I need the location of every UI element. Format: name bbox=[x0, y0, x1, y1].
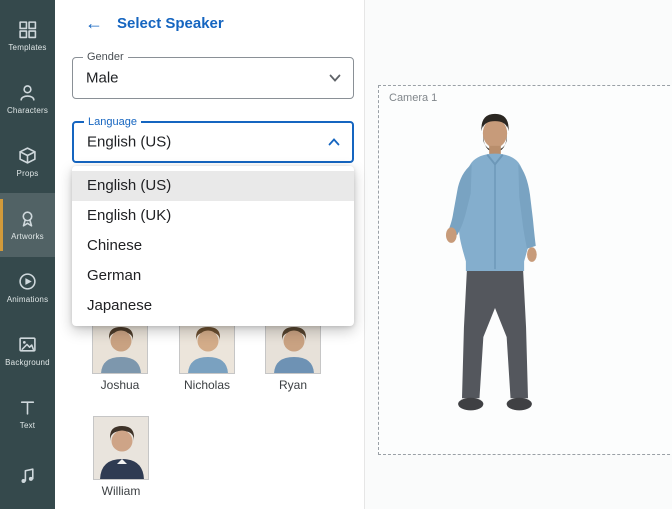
chevron-down-icon bbox=[329, 74, 341, 82]
menu-item-chinese[interactable]: Chinese bbox=[72, 231, 354, 261]
speaker-photo bbox=[92, 318, 148, 374]
sidebar: Templates Characters Props Artworks Anim… bbox=[0, 0, 55, 509]
menu-item-english-us[interactable]: English (US) bbox=[72, 171, 354, 201]
menu-item-japanese[interactable]: Japanese bbox=[72, 291, 354, 321]
speaker-photo bbox=[179, 318, 235, 374]
music-note-icon bbox=[21, 468, 34, 483]
speaker-card-william[interactable]: William bbox=[92, 416, 150, 498]
speaker-photo bbox=[93, 416, 149, 480]
templates-icon bbox=[19, 20, 37, 38]
gender-select[interactable]: Gender Male bbox=[72, 51, 354, 99]
language-dropdown-menu: English (US) English (UK) Chinese German… bbox=[72, 166, 354, 326]
gender-label: Gender bbox=[83, 51, 128, 63]
chevron-up-icon bbox=[328, 138, 340, 146]
language-value: English (US) bbox=[87, 133, 172, 151]
speaker-card-nicholas[interactable]: Nicholas bbox=[178, 318, 236, 392]
sidebar-item-music[interactable] bbox=[0, 446, 55, 509]
speaker-name: Ryan bbox=[278, 378, 307, 392]
characters-icon bbox=[20, 84, 35, 101]
sidebar-item-label: Text bbox=[19, 421, 36, 431]
speaker-name: Nicholas bbox=[183, 378, 231, 392]
artworks-icon bbox=[22, 211, 33, 227]
select-speaker-panel: ← Select Speaker Gender Male Language En… bbox=[55, 0, 365, 509]
background-icon bbox=[19, 337, 36, 352]
speaker-name: William bbox=[101, 484, 141, 498]
speaker-avatar[interactable] bbox=[425, 108, 565, 438]
text-icon bbox=[20, 401, 35, 415]
app-window: Templates Characters Props Artworks Anim… bbox=[0, 0, 672, 509]
camera-region[interactable]: Camera 1 bbox=[378, 85, 672, 455]
back-arrow-icon[interactable]: ← bbox=[85, 14, 103, 32]
sidebar-item-label: Animations bbox=[6, 295, 49, 305]
language-label: Language bbox=[84, 116, 141, 128]
panel-title: Select Speaker bbox=[117, 14, 224, 32]
speaker-photo bbox=[265, 318, 321, 374]
camera-label: Camera 1 bbox=[389, 92, 438, 104]
menu-item-english-uk[interactable]: English (UK) bbox=[72, 201, 354, 231]
speaker-name: Joshua bbox=[100, 378, 140, 392]
sidebar-item-label: Artworks bbox=[11, 231, 44, 241]
menu-item-german[interactable]: German bbox=[72, 261, 354, 291]
gender-value: Male bbox=[86, 69, 119, 87]
panel-header: ← Select Speaker bbox=[85, 14, 224, 32]
sidebar-item-text[interactable]: Text bbox=[0, 383, 55, 446]
props-icon bbox=[19, 147, 36, 164]
video-canvas: Camera 1 bbox=[365, 0, 672, 509]
sidebar-item-animations[interactable]: Animations bbox=[0, 257, 55, 320]
sidebar-item-label: Props bbox=[16, 168, 39, 178]
speaker-card-joshua[interactable]: Joshua bbox=[91, 318, 149, 392]
animations-icon bbox=[19, 273, 36, 290]
sidebar-item-characters[interactable]: Characters bbox=[0, 67, 55, 130]
speaker-card-ryan[interactable]: Ryan bbox=[264, 318, 322, 392]
sidebar-item-label: Templates bbox=[8, 42, 47, 52]
sidebar-item-props[interactable]: Props bbox=[0, 130, 55, 193]
language-select[interactable]: Language English (US) bbox=[72, 116, 354, 163]
sidebar-item-label: Characters bbox=[6, 105, 49, 115]
sidebar-item-label: Background bbox=[5, 358, 50, 368]
sidebar-item-background[interactable]: Background bbox=[0, 320, 55, 383]
sidebar-item-templates[interactable]: Templates bbox=[0, 4, 55, 67]
sidebar-item-artworks[interactable]: Artworks bbox=[0, 193, 55, 257]
